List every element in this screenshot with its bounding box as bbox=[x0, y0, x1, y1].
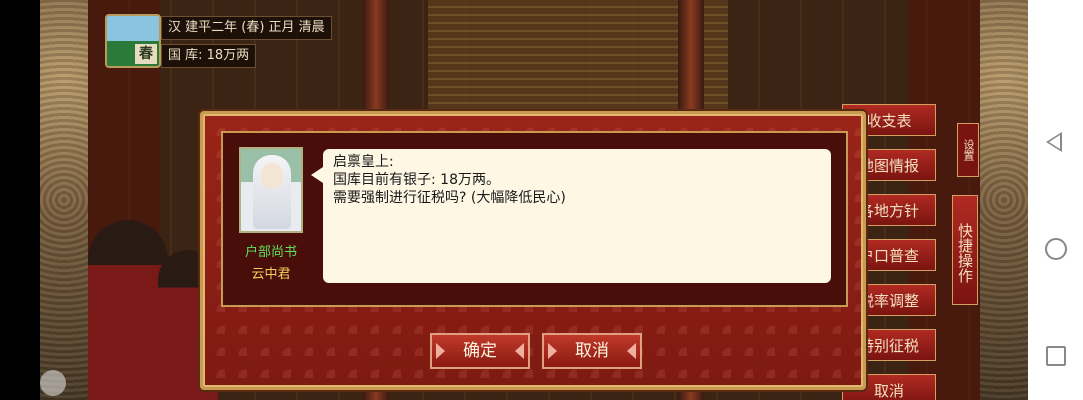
settings-gear-icon[interactable] bbox=[40, 370, 66, 396]
game-screen: 春 汉 建平二年 (春) 正月 清晨 国 库: 18万两 收支表 地图情报 各地… bbox=[0, 0, 1028, 400]
quick-actions-button[interactable]: 快捷操作 bbox=[952, 195, 978, 305]
official-figure bbox=[88, 220, 168, 400]
confirm-button[interactable]: 确定 bbox=[430, 333, 530, 369]
speech-line: 需要强制进行征税吗? (大幅降低民心) bbox=[333, 190, 566, 206]
date-label: 汉 建平二年 (春) 正月 清晨 bbox=[161, 16, 332, 40]
right-ornament-border bbox=[980, 0, 1028, 400]
minister-role: 户部尚书 bbox=[244, 245, 297, 260]
treasury-label: 国 库: 18万两 bbox=[161, 44, 257, 68]
season-badge: 春 bbox=[135, 44, 157, 64]
portrait-face bbox=[261, 163, 283, 189]
speech-bubble: 启禀皇上: 国库目前有银子: 18万两。 需要强制进行征税吗? (大幅降低民心) bbox=[311, 149, 831, 283]
back-icon[interactable] bbox=[1046, 132, 1062, 152]
left-ornament-border bbox=[40, 0, 88, 400]
speech-line: 启禀皇上: bbox=[333, 154, 394, 170]
dialog-content-panel: 户部尚书 云中君 启禀皇上: 国库目前有银子: 18万两。 需要强制进行征税吗?… bbox=[221, 131, 848, 307]
android-nav-bar bbox=[1028, 0, 1083, 400]
minister-name: 云中君 bbox=[251, 267, 291, 282]
season-icon[interactable]: 春 bbox=[105, 14, 161, 68]
minister-portrait bbox=[239, 147, 303, 233]
home-icon[interactable] bbox=[1045, 238, 1067, 260]
left-letterbox bbox=[0, 0, 40, 400]
tax-dialog: 户部尚书 云中君 启禀皇上: 国库目前有银子: 18万两。 需要强制进行征税吗?… bbox=[200, 111, 866, 390]
speech-line: 国库目前有银子: 18万两。 bbox=[333, 172, 500, 188]
cancel-button[interactable]: 取消 bbox=[542, 333, 642, 369]
settings-button[interactable]: 设置 bbox=[957, 123, 979, 177]
recent-apps-icon[interactable] bbox=[1046, 346, 1066, 366]
